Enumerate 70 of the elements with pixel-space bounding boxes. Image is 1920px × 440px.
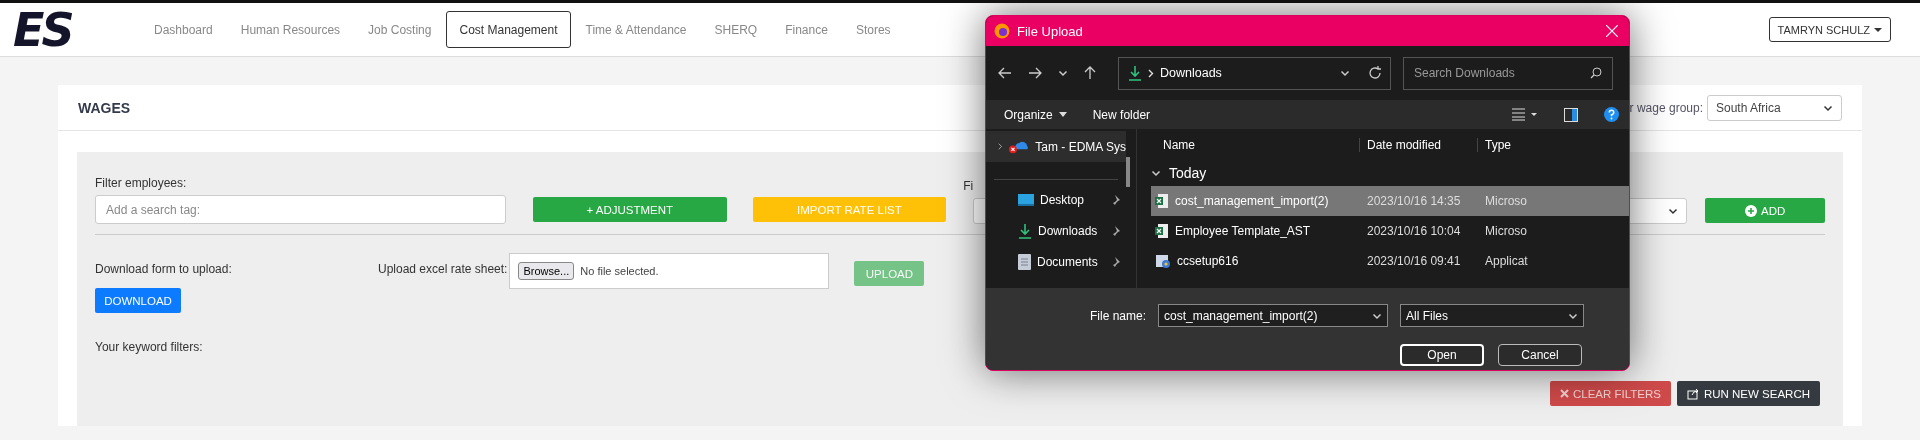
card-title: WAGES	[78, 99, 131, 116]
nav-pane-item[interactable]: Tam - EDMA Sys	[986, 131, 1126, 162]
forward-icon[interactable]	[1028, 67, 1042, 79]
close-icon	[1559, 389, 1569, 398]
search-tag-field[interactable]: Add a search tag:	[95, 195, 506, 224]
file-row[interactable]: Employee Template_AST 2023/10/16 10:04 Microso	[1151, 216, 1629, 246]
dialog-title: File Upload	[1017, 23, 1083, 39]
run-search-button[interactable]: RUN NEW SEARCH	[1676, 381, 1820, 406]
view-icon[interactable]	[1512, 108, 1538, 121]
nav-tab[interactable]: Stores	[842, 11, 904, 48]
nav-tab[interactable]: Job Costing	[355, 11, 445, 48]
column-header[interactable]: Type	[1477, 137, 1537, 152]
nav-tab[interactable]: Finance	[772, 11, 841, 48]
plus-circle-icon	[1744, 204, 1757, 217]
file-input[interactable]: Browse... No file selected.	[509, 253, 830, 289]
file-name-field[interactable]: cost_management_import(2)	[1158, 304, 1388, 328]
nav-tab[interactable]: Time & Attendance	[572, 11, 700, 48]
desktop-icon	[1018, 192, 1034, 207]
address-bar[interactable]: Downloads	[1118, 56, 1391, 90]
search-field[interactable]: Search Downloads	[1403, 56, 1613, 90]
filter-label: Fi	[963, 179, 975, 193]
recent-caret-icon	[1058, 68, 1068, 78]
user-menu[interactable]: TAMRYN SCHULZ	[1768, 17, 1891, 42]
nav-pane-item[interactable]: Downloads	[986, 215, 1126, 246]
file-type-select[interactable]: All Files	[1400, 304, 1584, 328]
download-icon	[1018, 222, 1032, 239]
download-button[interactable]: DOWNLOAD	[95, 288, 181, 313]
logo[interactable]: ES	[13, 6, 98, 53]
nav-pane-item[interactable]: Desktop	[986, 184, 1126, 215]
download-icon	[1128, 65, 1142, 81]
nav-tab[interactable]: Cost Management	[446, 11, 571, 48]
expand-chevron-icon[interactable]	[998, 142, 1003, 151]
document-icon	[1018, 253, 1031, 270]
help-icon[interactable]	[1604, 107, 1619, 122]
filter-label: Filter employees:	[95, 176, 188, 190]
up-icon[interactable]	[1084, 66, 1096, 80]
keyword-filters-label: Your keyword filters:	[95, 340, 204, 354]
back-icon[interactable]	[998, 67, 1012, 79]
open-button[interactable]: Open	[1400, 343, 1484, 366]
breadcrumb-chevron-icon	[1148, 68, 1154, 78]
column-header[interactable]: Date modified	[1359, 137, 1477, 152]
installer-icon	[1155, 253, 1171, 269]
spreadsheet-file-icon	[1155, 223, 1169, 239]
organize-menu[interactable]: Organize	[1004, 107, 1067, 122]
caret-icon	[1340, 68, 1350, 78]
chevron-icon	[1668, 206, 1679, 216]
file-row[interactable]: cost_management_import(2) 2023/10/16 14:35 Microso	[1151, 186, 1629, 216]
file-name-label: File name:	[1088, 308, 1146, 323]
download-label: Download form to upload:	[95, 262, 233, 276]
cancel-button[interactable]: Cancel	[1498, 343, 1582, 366]
nav-pane-item[interactable]: Documents	[986, 246, 1126, 277]
browser-icon	[994, 23, 1010, 39]
preview-pane-icon[interactable]	[1564, 107, 1578, 122]
refresh-icon[interactable]	[1368, 66, 1382, 80]
column-header[interactable]: Name	[1151, 137, 1359, 152]
nav-tab[interactable]: Human Resources	[227, 11, 354, 48]
file-row[interactable]: ccsetup616 2023/10/16 09:41 Applicat	[1151, 246, 1629, 276]
nav-tab[interactable]: Dashboard	[141, 11, 226, 48]
share-icon	[1686, 387, 1700, 400]
spreadsheet-file-icon	[1155, 193, 1169, 209]
caret-icon	[1058, 112, 1067, 117]
caret-icon	[1874, 26, 1882, 33]
wage-group-label: r wage group:	[1629, 100, 1703, 115]
collapse-icon	[1151, 168, 1161, 178]
upload-label: Upload excel rate sheet:	[378, 262, 508, 276]
group-header[interactable]: Today	[1151, 160, 1629, 186]
wage-group-select[interactable]: South Africa	[1707, 94, 1842, 121]
search-icon	[1590, 67, 1602, 79]
nav-tab[interactable]: SHERQ	[701, 11, 771, 48]
new-folder-button[interactable]: New folder	[1092, 107, 1151, 122]
